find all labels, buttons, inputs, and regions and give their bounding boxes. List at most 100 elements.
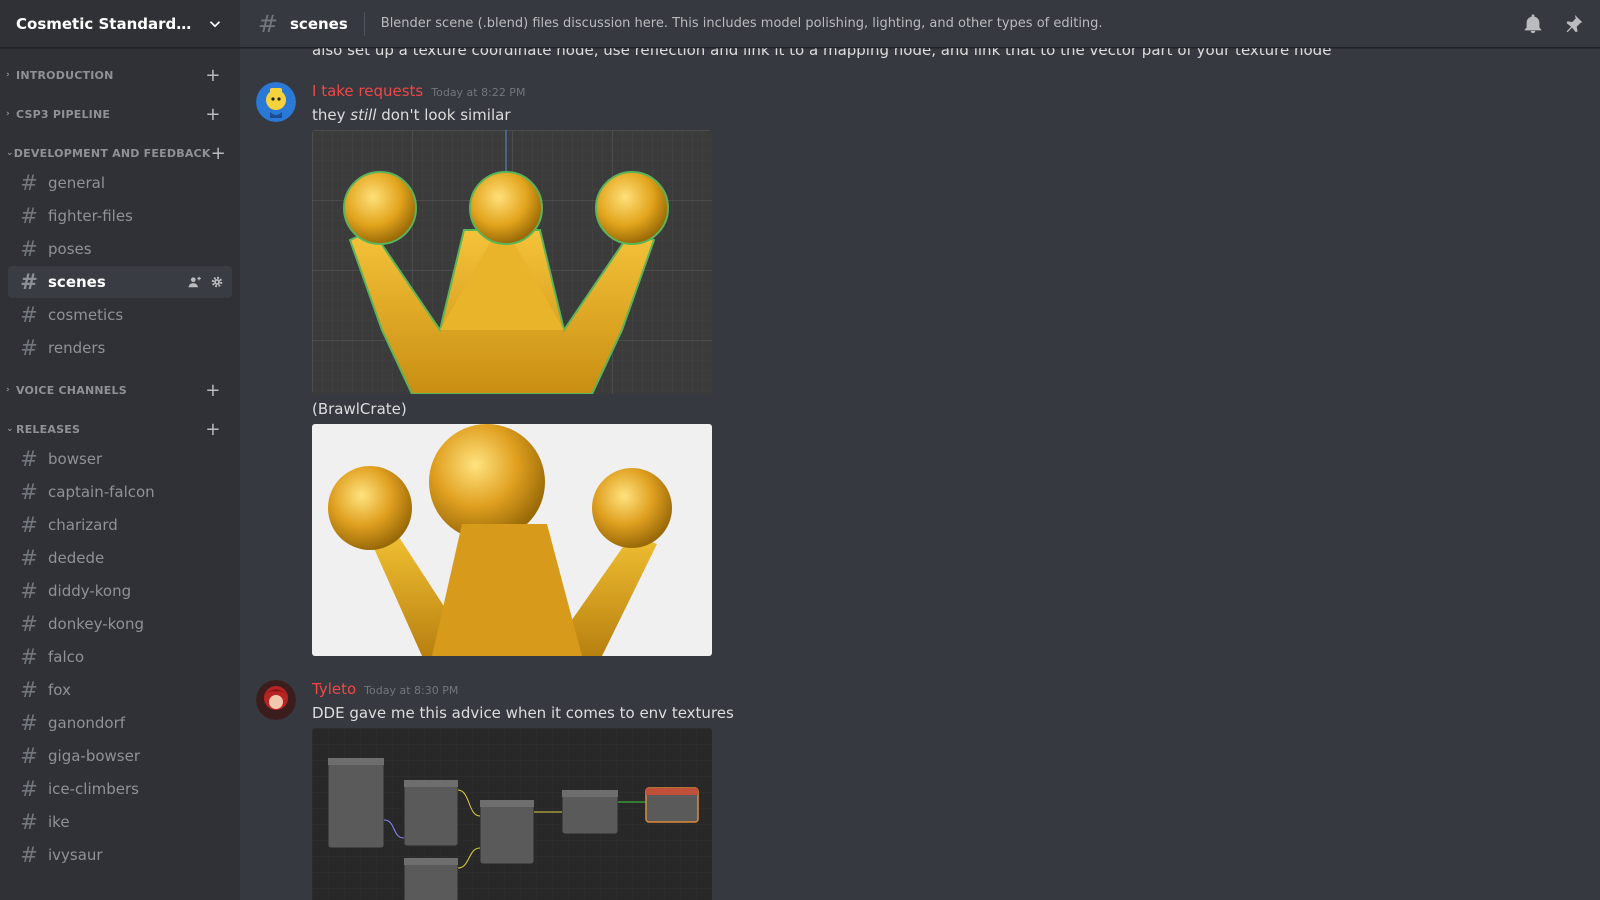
channel-giga-bowser[interactable]: # giga-bowser — [8, 740, 232, 772]
channel-label: fox — [48, 681, 71, 699]
gear-icon[interactable] — [210, 275, 224, 289]
channel-captain-falcon[interactable]: # captain-falcon — [8, 476, 232, 508]
channel-label: donkey-kong — [48, 615, 144, 633]
hash-icon: # — [20, 237, 38, 261]
plus-icon[interactable]: + — [204, 65, 222, 86]
channel-label: general — [48, 174, 106, 192]
chat-area: # scenes Blender scene (.blend) files di… — [240, 0, 1600, 900]
hash-icon: # — [20, 447, 38, 471]
hash-icon: # — [20, 843, 38, 867]
category-label: DEVELOPMENT AND FEEDBACK — [13, 146, 211, 160]
category-introduction[interactable]: › INTRODUCTION + — [0, 62, 240, 88]
channel-label: diddy-kong — [48, 582, 132, 600]
channel-fighter-files[interactable]: # fighter-files — [8, 200, 232, 232]
channel-label: renders — [48, 339, 106, 357]
crown-brawlcrate-image — [312, 424, 712, 656]
channel-dedede[interactable]: # dedede — [8, 542, 232, 574]
hash-icon: # — [20, 579, 38, 603]
hash-icon: # — [20, 513, 38, 537]
chevron-down-icon — [209, 20, 221, 27]
channel-charizard[interactable]: # charizard — [8, 509, 232, 541]
category-voice-channels[interactable]: › VOICE CHANNELS + — [0, 377, 240, 403]
channel-general[interactable]: # general — [8, 167, 232, 199]
channel-scenes[interactable]: # scenes — [8, 266, 232, 298]
channel-renders[interactable]: # renders — [8, 332, 232, 364]
channel-bowser[interactable]: # bowser — [8, 443, 232, 475]
hash-icon: # — [20, 270, 38, 294]
message-body: I take requests Today at 8:22 PM they st… — [312, 82, 712, 656]
channel-cosmetics[interactable]: # cosmetics — [8, 299, 232, 331]
category-label: VOICE CHANNELS — [16, 383, 127, 397]
username[interactable]: I take requests — [312, 82, 423, 100]
category-csp3-pipeline[interactable]: › CSP3 PIPELINE + — [0, 101, 240, 127]
channel-label: poses — [48, 240, 92, 258]
message-text: (BrawlCrate) — [312, 400, 407, 418]
category-development-and-feedback[interactable]: ⌄ DEVELOPMENT AND FEEDBACK + — [0, 140, 240, 166]
channel-ike[interactable]: # ike — [8, 806, 232, 838]
hash-icon: # — [20, 711, 38, 735]
channel-label: cosmetics — [48, 306, 124, 324]
timestamp: Today at 8:22 PM — [431, 86, 526, 99]
hash-icon: # — [20, 303, 38, 327]
channel-diddy-kong[interactable]: # diddy-kong — [8, 575, 232, 607]
bell-icon[interactable] — [1522, 13, 1544, 35]
hash-icon: # — [20, 336, 38, 360]
plus-icon[interactable]: + — [204, 380, 222, 401]
message-body: Tyleto Today at 8:30 PM DDE gave me this… — [312, 680, 734, 900]
chevron-right-icon: › — [6, 385, 10, 395]
channel-label: ike — [48, 813, 70, 831]
image-attachment-node-graph[interactable] — [312, 728, 712, 900]
category-label: RELEASES — [16, 422, 81, 436]
channel-fox[interactable]: # fox — [8, 674, 232, 706]
channel-label: ganondorf — [48, 714, 126, 732]
chevron-down-icon: ⌄ — [6, 148, 14, 158]
message-list: also set up a texture coordinate node, u… — [240, 48, 1600, 900]
hash-icon: # — [20, 171, 38, 195]
chevron-down-icon: ⌄ — [6, 424, 14, 434]
channel-ice-climbers[interactable]: # ice-climbers — [8, 773, 232, 805]
hash-icon: # — [20, 678, 38, 702]
server-header[interactable]: Cosmetic Standardizatio... — [0, 0, 240, 48]
hash-icon: # — [20, 480, 38, 504]
hash-icon: # — [20, 204, 38, 228]
channel-ivysaur[interactable]: # ivysaur — [8, 839, 232, 871]
avatar-image — [256, 680, 296, 720]
channel-title: scenes — [290, 14, 348, 33]
hash-icon: # — [20, 810, 38, 834]
add-member-icon[interactable] — [188, 275, 202, 289]
channel-label: ivysaur — [48, 846, 103, 864]
channel-label: giga-bowser — [48, 747, 140, 765]
plus-icon[interactable]: + — [204, 419, 222, 440]
avatar[interactable] — [256, 82, 296, 122]
hash-icon: # — [20, 777, 38, 801]
image-attachment-render[interactable] — [312, 130, 712, 394]
username[interactable]: Tyleto — [312, 680, 356, 698]
channel-falco[interactable]: # falco — [8, 641, 232, 673]
channel-ganondorf[interactable]: # ganondorf — [8, 707, 232, 739]
channel-sidebar: Cosmetic Standardizatio... › INTRODUCTIO… — [0, 0, 240, 900]
channel-topic[interactable]: Blender scene (.blend) files discussion … — [381, 16, 1522, 31]
channel-header: # scenes Blender scene (.blend) files di… — [240, 0, 1600, 48]
plus-icon[interactable]: + — [211, 143, 226, 164]
avatar[interactable] — [256, 680, 296, 720]
channel-label: fighter-files — [48, 207, 133, 225]
avatar-image — [256, 82, 296, 122]
node-graph-image — [312, 728, 712, 900]
pin-icon[interactable] — [1562, 13, 1584, 35]
image-attachment-brawlcrate[interactable] — [312, 424, 712, 656]
hash-icon: # — [20, 612, 38, 636]
category-releases[interactable]: ⌄ RELEASES + — [0, 416, 240, 442]
channel-label: charizard — [48, 516, 118, 534]
header-divider — [363, 11, 365, 36]
channel-donkey-kong[interactable]: # donkey-kong — [8, 608, 232, 640]
channel-poses[interactable]: # poses — [8, 233, 232, 265]
server-name: Cosmetic Standardizatio... — [16, 14, 196, 33]
plus-icon[interactable]: + — [204, 104, 222, 125]
channel-label: falco — [48, 648, 85, 666]
timestamp: Today at 8:30 PM — [364, 684, 459, 697]
message-text: they still don't look similar — [312, 106, 511, 124]
channel-label: ice-climbers — [48, 780, 139, 798]
category-label: INTRODUCTION — [16, 68, 114, 82]
category-label: CSP3 PIPELINE — [16, 107, 111, 121]
message-text: DDE gave me this advice when it comes to… — [312, 704, 734, 722]
